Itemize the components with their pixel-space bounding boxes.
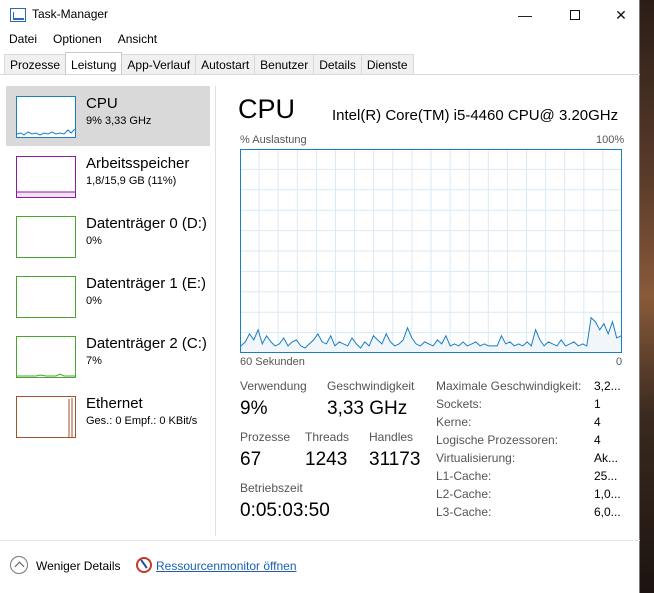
tab-divider [0,74,640,75]
detail-label: Logische Prozessoren: [436,433,559,447]
sidebar-item-sub: 1,8/15,9 GB (11%) [86,175,177,187]
graph-axis-zero: 0 [616,356,623,368]
minimize-button[interactable]: — [502,0,548,30]
tab-benutzer[interactable]: Benutzer [254,54,315,75]
disk-1-thumbnail [16,276,76,318]
detail-label: Kerne: [436,415,472,429]
sidebar-item-sub: 9% 3,33 GHz [86,115,152,127]
sidebar-item-disk-1[interactable]: Datenträger 1 (E:) 0% [6,266,210,326]
tab-dienste[interactable]: Dienste [360,54,414,75]
resource-monitor-icon [136,557,152,573]
sidebar-item-label: Datenträger 1 (E:) [86,275,207,292]
sidebar-item-label: Datenträger 2 (C:) [86,335,207,352]
memory-thumbnail [16,156,76,198]
page-title: CPU [238,94,296,124]
utilization-label: Verwendung [240,379,307,393]
handles-value: 31173 [369,449,421,470]
detail-value: 1 [594,397,601,411]
menu-optionen[interactable]: Optionen [45,30,110,50]
chevron-up-icon[interactable] [10,556,28,574]
cpu-utilization-graph [240,149,622,353]
sidebar: CPU 9% 3,33 GHz Arbeitsspeicher 1,8/15,9… [6,86,212,446]
footer: Weniger Details Ressourcenmonitor öffnen [0,552,640,580]
sidebar-item-disk-2[interactable]: Datenträger 2 (C:) 7% [6,326,210,386]
speed-value: 3,33 GHz [327,398,408,419]
sidebar-item-label: CPU [86,95,118,112]
cpu-model: Intel(R) Core(TM) i5-4460 CPU@ 3.20GHz [332,107,619,124]
tab-app-verlauf[interactable]: App-Verlauf [121,54,197,75]
menu-ansicht[interactable]: Ansicht [110,30,165,50]
detail-value: 25... [594,469,618,483]
sidebar-item-cpu[interactable]: CPU 9% 3,33 GHz [6,86,210,146]
graph-label-max: 100% [596,134,625,146]
desktop-background [640,0,654,593]
detail-value: 1,0... [594,487,621,501]
detail-label: L1-Cache: [436,469,492,483]
sidebar-item-label: Datenträger 0 (D:) [86,215,207,232]
sidebar-item-sub: 7% [86,355,102,367]
tab-prozesse[interactable]: Prozesse [4,54,67,75]
graph-axis-time: 60 Sekunden [240,356,305,368]
panel-divider [215,86,216,536]
detail-label: Virtualisierung: [436,451,516,465]
tab-details[interactable]: Details [313,54,362,75]
detail-label: L2-Cache: [436,487,492,501]
detail-value: Ak... [594,451,619,465]
sidebar-item-disk-0[interactable]: Datenträger 0 (D:) 0% [6,206,210,266]
detail-label: L3-Cache: [436,505,492,519]
uptime-value: 0:05:03:50 [240,500,330,521]
task-manager-window: Task-Manager — ✕ Datei Optionen Ansicht … [0,0,640,593]
title-bar[interactable]: Task-Manager — ✕ [0,0,640,30]
sidebar-item-label: Arbeitsspeicher [86,155,190,172]
detail-value: 6,0... [594,505,621,519]
maximize-button[interactable] [552,0,598,30]
window-title: Task-Manager [32,7,109,21]
detail-value: 4 [594,415,601,429]
fewer-details-button[interactable]: Weniger Details [36,559,120,573]
detail-label: Sockets: [436,397,483,411]
ethernet-thumbnail [16,396,76,438]
detail-label: Maximale Geschwindigkeit: [436,379,582,393]
menu-datei[interactable]: Datei [0,30,45,50]
utilization-value: 9% [240,398,268,419]
sidebar-item-label: Ethernet [86,395,143,412]
maximize-icon [570,10,580,20]
task-manager-icon [10,8,26,22]
graph-label-utilization: % Auslastung [240,134,307,146]
detail-value: 4 [594,433,601,447]
sidebar-item-ethernet[interactable]: Ethernet Ges.: 0 Empf.: 0 KBit/s [6,386,210,446]
sidebar-item-sub: 0% [86,235,102,247]
sidebar-item-memory[interactable]: Arbeitsspeicher 1,8/15,9 GB (11%) [6,146,210,206]
resource-monitor-link[interactable]: Ressourcenmonitor öffnen [156,559,297,573]
processes-label: Prozesse [240,430,291,444]
tab-leistung[interactable]: Leistung [65,52,123,74]
processes-value: 67 [240,449,262,470]
threads-value: 1243 [305,449,348,470]
sidebar-item-sub: Ges.: 0 Empf.: 0 KBit/s [86,415,198,427]
sidebar-item-sub: 0% [86,295,102,307]
tab-autostart[interactable]: Autostart [195,54,256,75]
threads-label: Threads [305,430,350,444]
cpu-thumbnail [16,96,76,138]
footer-divider [0,540,640,541]
close-button[interactable]: ✕ [598,0,644,30]
disk-2-thumbnail [16,336,76,378]
uptime-label: Betriebszeit [240,481,303,495]
tab-bar: Prozesse Leistung App-Verlauf Autostart … [4,52,414,75]
disk-0-thumbnail [16,216,76,258]
menu-bar: Datei Optionen Ansicht [0,30,165,50]
handles-label: Handles [369,430,414,444]
detail-value: 3,2... [594,379,621,393]
speed-label: Geschwindigkeit [327,379,415,393]
